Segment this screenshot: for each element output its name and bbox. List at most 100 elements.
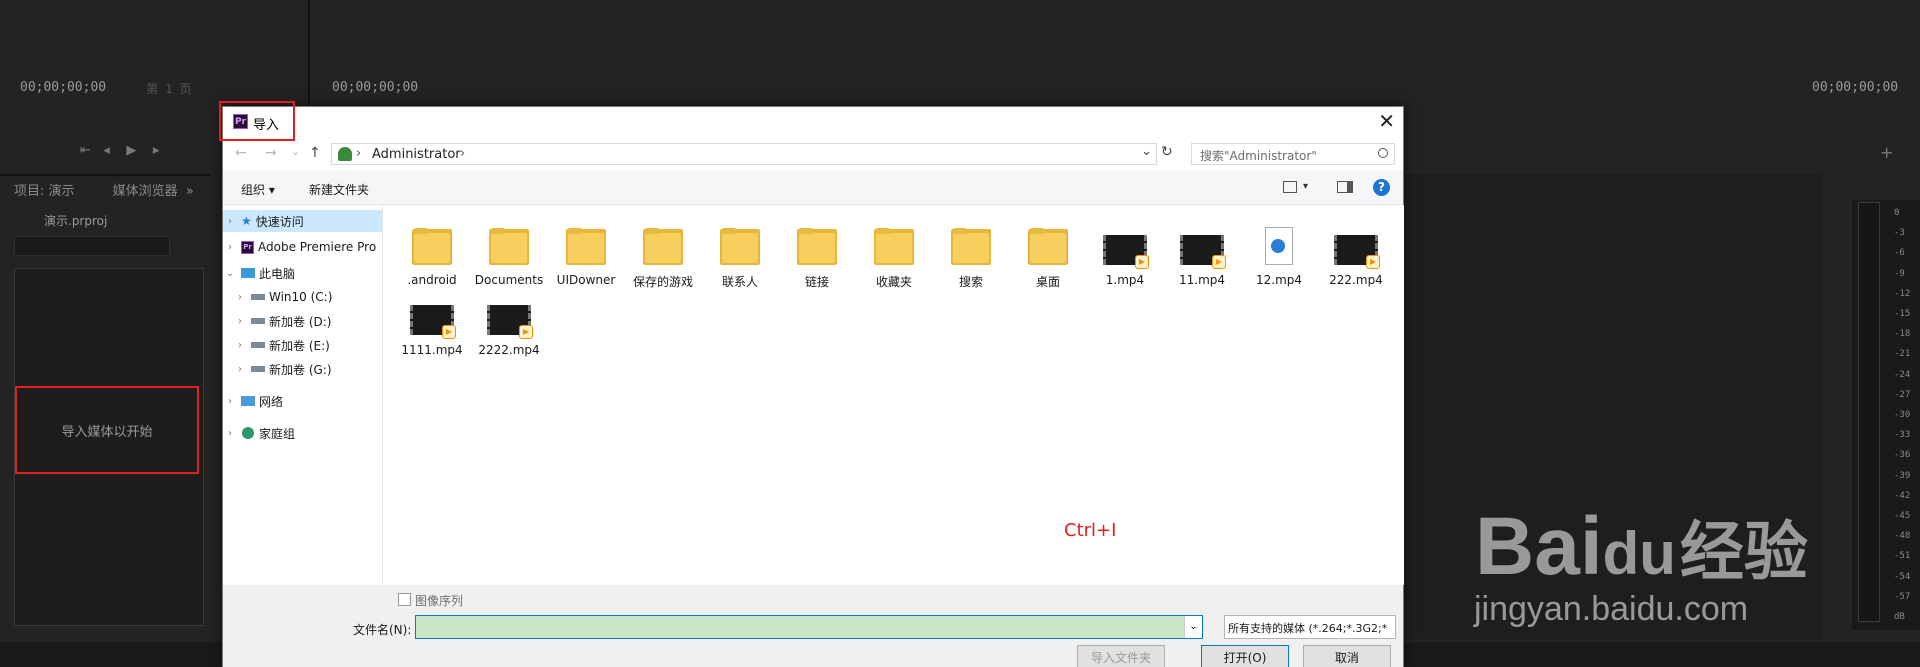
cancel-button[interactable]: 取消 (1303, 645, 1391, 667)
program-timecode[interactable]: 00;00;00;00 (332, 80, 418, 95)
folder-icon (408, 223, 456, 271)
file-item[interactable]: UIDowner (551, 223, 621, 287)
file-item[interactable]: 收藏夹 (859, 223, 929, 290)
nav-drive-c[interactable]: › Win10 (C:) (223, 286, 382, 308)
nav-drive-e[interactable]: › 新加卷 (E:) (223, 334, 382, 356)
drive-icon (251, 294, 265, 300)
file-name: 链接 (804, 275, 829, 289)
audio-meter-bar (1858, 202, 1880, 622)
tab-overflow[interactable]: » (186, 184, 194, 199)
chevron-right-icon[interactable]: › (233, 364, 247, 375)
meter-scale-label: -48 (1894, 531, 1911, 542)
folder-icon (947, 223, 995, 271)
drive-icon (251, 342, 265, 348)
image-sequence-checkbox[interactable] (398, 593, 411, 606)
dialog-titlebar[interactable]: Pr 导入 ✕ (223, 107, 1403, 137)
address-bar[interactable]: › Administrator › ⌄ (331, 143, 1157, 165)
chevron-right-icon[interactable]: › (233, 340, 247, 351)
file-item[interactable]: ▶ 1111.mp4 (397, 293, 467, 357)
file-item[interactable]: 桌面 (1013, 223, 1083, 290)
source-timecode[interactable]: 00;00;00;00 (20, 80, 106, 95)
chevron-right-icon[interactable]: › (223, 428, 237, 439)
file-item[interactable]: Documents (474, 223, 544, 287)
source-transport-controls[interactable]: ⇤ ◂ ▶ ▸ (80, 143, 159, 158)
folder-icon (562, 223, 610, 271)
project-search-input[interactable] (14, 236, 170, 256)
file-item[interactable]: .android (397, 223, 467, 287)
search-icon (1378, 148, 1388, 158)
import-folder-button[interactable]: 导入文件夹 (1077, 645, 1165, 667)
file-name: 搜索 (958, 275, 983, 289)
source-page-select[interactable]: 第 1 页 (146, 80, 192, 97)
breadcrumb-sep[interactable]: › (356, 146, 361, 161)
search-input[interactable]: 搜索"Administrator" (1191, 143, 1395, 165)
file-item[interactable]: ▶ 11.mp4 (1167, 223, 1237, 287)
forward-icon[interactable]: → (265, 145, 277, 161)
open-button[interactable]: 打开(O) (1201, 645, 1289, 667)
organize-button[interactable]: 组织 ▾ (241, 181, 275, 198)
chevron-right-icon[interactable]: › (233, 292, 247, 303)
chevron-right-icon[interactable]: › (223, 396, 237, 407)
meter-scale-label: -54 (1894, 571, 1911, 582)
preview-pane-icon[interactable] (1337, 181, 1353, 193)
refresh-icon[interactable]: ↻ (1161, 144, 1173, 160)
nav-label: 网络 (259, 394, 284, 409)
up-icon[interactable]: ↑ (309, 145, 321, 161)
file-item[interactable]: 搜索 (936, 223, 1006, 290)
back-icon[interactable]: ← (235, 145, 247, 161)
chevron-down-icon[interactable]: ⌄ (223, 268, 237, 279)
meter-scale-label: -3 (1894, 228, 1905, 239)
file-item[interactable]: ▶ 2222.mp4 (474, 293, 544, 357)
nav-label: 家庭组 (259, 426, 296, 441)
import-hint[interactable]: 导入媒体以开始 (15, 386, 199, 474)
nav-this-pc[interactable]: ⌄ 此电脑 (223, 262, 382, 284)
media-file-icon (1255, 223, 1303, 271)
meter-scale-label: -51 (1894, 551, 1911, 562)
file-item[interactable]: 保存的游戏 (628, 223, 698, 290)
nav-drive-d[interactable]: › 新加卷 (D:) (223, 310, 382, 332)
file-item[interactable]: ▶ 1.mp4 (1090, 223, 1160, 287)
chevron-right-icon[interactable]: › (223, 242, 237, 253)
view-dropdown-icon[interactable]: ▾ (1303, 181, 1308, 192)
navigation-pane: › ★ 快速访问 › Pr Adobe Premiere Pro ⌄ 此电脑 ›… (223, 205, 383, 585)
filename-dropdown-icon[interactable]: ⌄ (1184, 616, 1202, 638)
pc-icon (241, 268, 255, 278)
breadcrumb-trailing-sep[interactable]: › (460, 146, 465, 161)
tab-project[interactable]: 项目: 演示 (14, 184, 75, 199)
folder-icon (485, 223, 533, 271)
chevron-right-icon[interactable]: › (223, 216, 237, 227)
dialog-footer: 图像序列 文件名(N): ⌄ 所有支持的媒体 (*.264;*.3G2;* 导入… (223, 585, 1403, 667)
meter-scale-label: -18 (1894, 329, 1911, 340)
nav-network[interactable]: › 网络 (223, 390, 382, 412)
nav-premiere[interactable]: › Pr Adobe Premiere Pro (223, 236, 382, 258)
nav-quick-access[interactable]: › ★ 快速访问 (223, 210, 382, 232)
meter-scale-label: -21 (1894, 349, 1911, 360)
recent-locations-icon[interactable]: ⌄ (291, 145, 300, 158)
close-icon[interactable]: ✕ (1378, 109, 1395, 133)
file-name: 2222.mp4 (478, 343, 540, 357)
premiere-app: 00;00;00;00 第 1 页 ⇤ ◂ ▶ ▸ 00;00;00;00 00… (0, 0, 1920, 667)
file-list: .android Documents UIDowner 保存的游戏 联系人 链接 收藏夹 搜索… (383, 205, 1404, 585)
search-placeholder: 搜索"Administrator" (1200, 149, 1317, 163)
nav-drive-g[interactable]: › 新加卷 (G:) (223, 358, 382, 380)
folder-icon (1024, 223, 1072, 271)
new-folder-button[interactable]: 新建文件夹 (309, 181, 369, 198)
nav-homegroup[interactable]: › 家庭组 (223, 422, 382, 444)
meter-scale-label: dB (1894, 612, 1905, 622)
tab-media-browser[interactable]: 媒体浏览器 (113, 184, 178, 199)
import-dialog: Pr 导入 ✕ ← → ⌄ ↑ › Administrator › ⌄ ↻ 搜索… (219, 101, 1404, 667)
filetype-select[interactable]: 所有支持的媒体 (*.264;*.3G2;* (1224, 615, 1396, 639)
chevron-right-icon[interactable]: › (233, 316, 247, 327)
address-dropdown-icon[interactable]: ⌄ (1141, 144, 1152, 159)
breadcrumb-administrator[interactable]: Administrator (372, 147, 461, 162)
help-icon[interactable]: ? (1373, 179, 1390, 196)
file-item[interactable]: ▶ 222.mp4 (1321, 223, 1391, 287)
file-item[interactable]: 12.mp4 (1244, 223, 1314, 287)
view-options-icon[interactable] (1283, 181, 1297, 193)
add-button[interactable]: + (1880, 143, 1893, 162)
file-item[interactable]: 联系人 (705, 223, 775, 290)
file-item[interactable]: 链接 (782, 223, 852, 290)
filename-input[interactable]: ⌄ (415, 615, 1203, 639)
file-name: 11.mp4 (1178, 273, 1226, 287)
project-file-name: 演示.prproj (44, 214, 108, 228)
